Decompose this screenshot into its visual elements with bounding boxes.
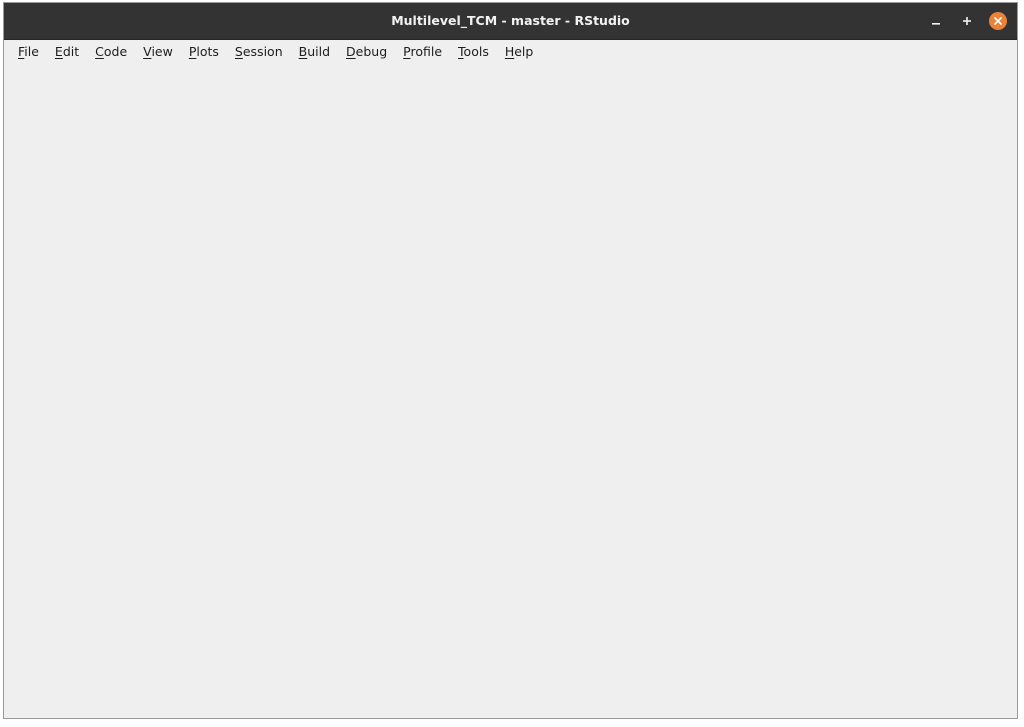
menu-label: lots	[196, 44, 219, 59]
menu-mnemonic: S	[234, 44, 243, 59]
menu-build[interactable]: Build	[291, 40, 338, 63]
close-icon	[994, 17, 1002, 25]
menu-plots[interactable]: Plots	[181, 40, 227, 63]
menu-label: ession	[242, 44, 283, 59]
window-controls	[916, 3, 1009, 39]
menu-tools[interactable]: Tools	[450, 40, 497, 63]
maximize-button[interactable]	[956, 10, 978, 32]
menu-help[interactable]: Help	[497, 40, 542, 63]
menu-mnemonic: E	[54, 44, 63, 59]
menu-bar: File Edit Code View Plots Session Build …	[4, 40, 1017, 64]
menu-session[interactable]: Session	[227, 40, 291, 63]
menu-mnemonic: D	[346, 44, 356, 59]
minimize-icon	[932, 23, 940, 25]
menu-mnemonic: C	[95, 44, 104, 59]
menu-mnemonic: H	[504, 44, 515, 59]
title-bar[interactable]: Multilevel_TCM - master - RStudio	[4, 3, 1017, 40]
menu-code[interactable]: Code	[87, 40, 135, 63]
menu-label: uild	[307, 44, 331, 59]
window-title: Multilevel_TCM - master - RStudio	[391, 13, 630, 28]
menu-label: elp	[514, 44, 534, 59]
menu-mnemonic: B	[298, 44, 308, 59]
menu-label: ode	[103, 44, 128, 59]
menu-label: dit	[62, 44, 80, 59]
menu-debug[interactable]: Debug	[338, 40, 395, 63]
menu-label: rofile	[410, 44, 443, 59]
close-circle	[989, 12, 1007, 30]
menu-edit[interactable]: Edit	[47, 40, 87, 63]
maximize-icon	[963, 17, 971, 25]
menu-label: iew	[151, 44, 173, 59]
rstudio-window: Multilevel_TCM - master - RStudio File E…	[3, 2, 1018, 719]
menu-label: ile	[24, 44, 39, 59]
menu-view[interactable]: View	[135, 40, 181, 63]
menu-file[interactable]: File	[10, 40, 47, 63]
menu-profile[interactable]: Profile	[395, 40, 450, 63]
main-content-area	[4, 63, 1017, 718]
minimize-button[interactable]	[925, 10, 947, 32]
menu-label: ebug	[355, 44, 388, 59]
menu-label: ools	[463, 44, 489, 59]
close-button[interactable]	[987, 10, 1009, 32]
